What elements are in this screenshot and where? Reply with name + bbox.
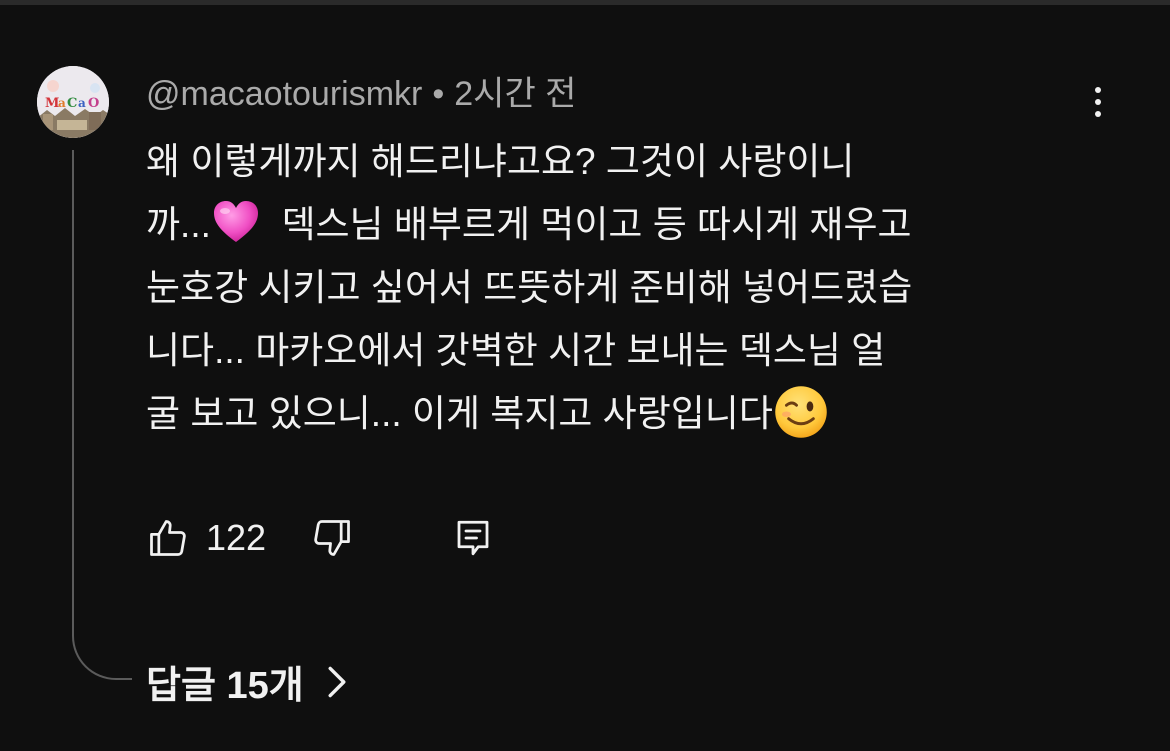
comment-line-text: 왜 이렇게까지 해드리냐고요? 그것이 사랑이니 (146, 141, 855, 182)
author-handle[interactable]: @macaotourismkr (146, 75, 422, 113)
avatar[interactable]: M a C a O (37, 66, 109, 138)
view-replies-button[interactable]: 답글 15개 (146, 654, 348, 709)
comment-header: @macaotourismkr • 2시간 전 (146, 74, 576, 114)
comment-action-bar: 122 (146, 512, 494, 564)
more-dot (1095, 99, 1101, 105)
thumbs-up-icon (150, 520, 186, 556)
comment-body: 왜 이렇게까지 해드리냐고요? 그것이 사랑이니 까... 덱스님 배부르게 먹… (146, 130, 1096, 445)
comment-time[interactable]: 2시간 전 (454, 75, 576, 113)
like-count: 122 (206, 517, 267, 558)
macao-logo-avatar-image: M a C a O (37, 66, 109, 138)
svg-text:O: O (88, 96, 99, 111)
comment-line: 까... 덱스님 배부르게 먹이고 등 따시게 재우고 (146, 193, 1096, 256)
more-vertical-icon (1095, 87, 1101, 93)
more-dot (1095, 111, 1101, 117)
dislike-button[interactable] (310, 516, 354, 560)
comment-line: 굴 보고 있으니... 이게 복지고 사랑입니다 (146, 382, 1096, 445)
replies-count-label: 답글 15개 (146, 665, 304, 707)
svg-text:a: a (78, 96, 86, 110)
header-separator: • (432, 75, 445, 113)
reply-button[interactable] (452, 516, 494, 560)
reply-thread-line (72, 150, 132, 680)
thumbs-down-icon (314, 520, 350, 556)
winking-face-emoji (775, 386, 827, 438)
like-button[interactable] (146, 516, 190, 560)
comment-line-text: 덱스님 배부르게 먹이고 등 따시게 재우고 (260, 204, 912, 245)
comment-line: 니다... 마카오에서 갓벽한 시간 보내는 덱스님 얼 (146, 319, 1096, 382)
top-divider (0, 0, 1170, 5)
comment-line-text: 눈호강 시키고 싶어서 뜨뜻하게 준비해 넣어드렸습 (146, 267, 913, 308)
pink-heart-emoji (213, 201, 258, 242)
chevron-right-icon (328, 666, 346, 697)
comment-line: 눈호강 시키고 싶어서 뜨뜻하게 준비해 넣어드렸습 (146, 256, 1096, 319)
comment-line: 왜 이렇게까지 해드리냐고요? 그것이 사랑이니 (146, 130, 1096, 193)
comment-line-text: 굴 보고 있으니... 이게 복지고 사랑입니다 (146, 393, 773, 434)
comment-reply-icon (457, 520, 489, 556)
more-options-button[interactable] (1080, 80, 1116, 124)
comment-line-text: 까... (146, 204, 211, 245)
svg-text:C: C (67, 96, 77, 111)
comment-line-text: 니다... 마카오에서 갓벽한 시간 보내는 덱스님 얼 (146, 330, 886, 371)
svg-text:a: a (58, 96, 66, 110)
